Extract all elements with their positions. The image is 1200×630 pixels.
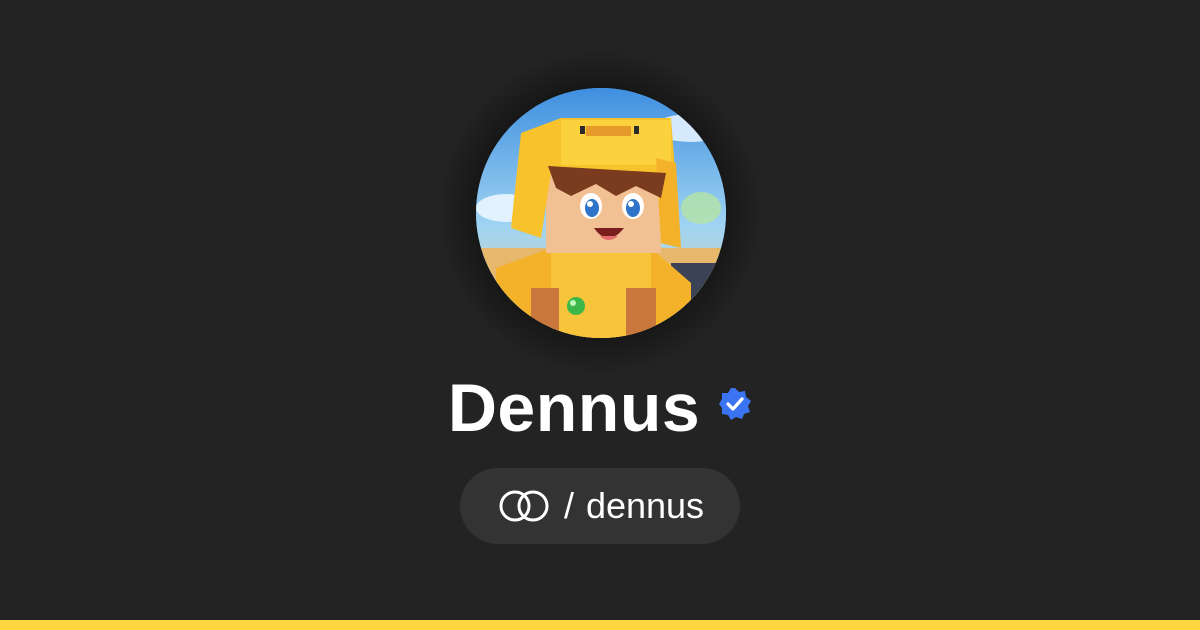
profile-card: Dennus / dennus <box>0 0 1200 630</box>
profile-handle-link[interactable]: / dennus <box>460 468 740 544</box>
avatar-image <box>476 88 726 338</box>
handle-separator: / <box>563 485 574 526</box>
handle-text: dennus <box>585 485 705 526</box>
verified-badge-icon <box>719 388 752 420</box>
linked-rings-logo-icon <box>499 490 549 522</box>
accent-bar <box>0 620 1200 630</box>
avatar[interactable] <box>476 88 726 338</box>
name-row: Dennus <box>0 360 1200 456</box>
display-name: Dennus <box>447 370 701 446</box>
